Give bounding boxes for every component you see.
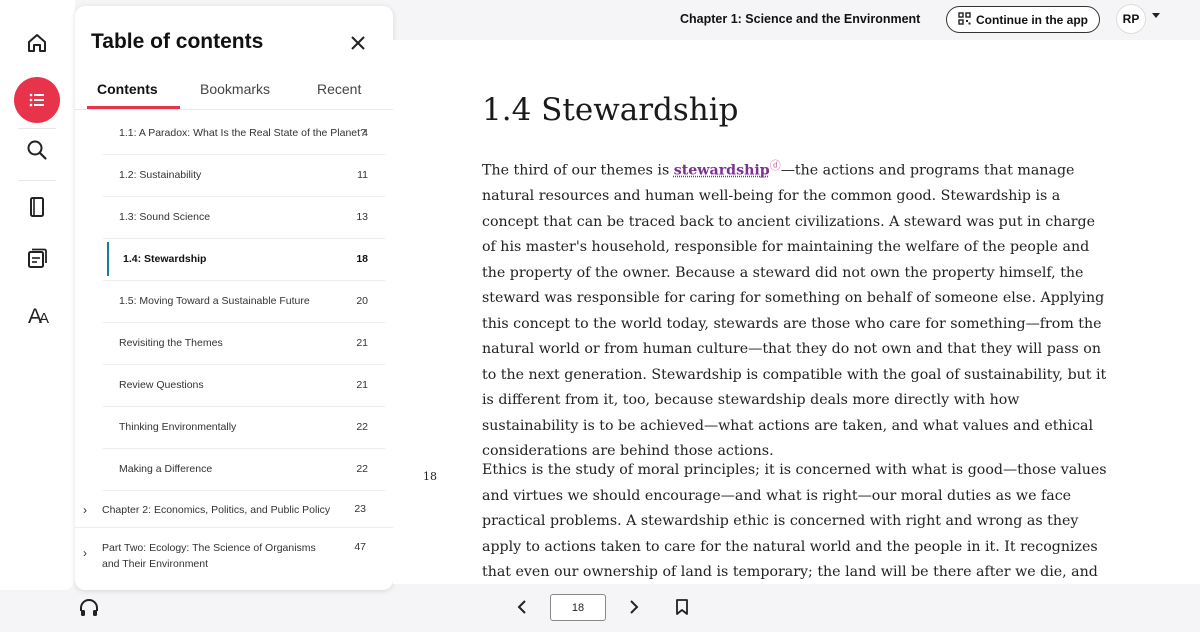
toc-chapter-page: 47 xyxy=(354,541,366,553)
chapter-title: Chapter 1: Science and the Environment xyxy=(680,12,921,26)
toc-section-review-questions[interactable]: Review Questions 21 xyxy=(103,365,385,407)
toc-section-page: 13 xyxy=(356,211,368,223)
glossary-icon[interactable]: ⓓ xyxy=(770,159,781,172)
section-heading: 1.4 Stewardship xyxy=(482,92,739,128)
glossary-term-link[interactable]: stewardship xyxy=(674,163,770,179)
toc-section-page: 21 xyxy=(356,337,368,349)
toc-section-1-2[interactable]: 1.2: Sustainability 11 xyxy=(103,155,385,197)
search-icon[interactable] xyxy=(14,127,60,173)
toc-section-page: 22 xyxy=(356,463,368,475)
notebook-icon[interactable] xyxy=(14,184,60,230)
continue-in-app-button[interactable]: Continue in the app xyxy=(946,6,1100,33)
toc-section-page: 4 xyxy=(362,127,368,139)
toc-section-label: 1.5: Moving Toward a Sustainable Future xyxy=(119,295,310,307)
toc-section-1-4-current[interactable]: 1.4: Stewardship 18 xyxy=(103,239,385,281)
toc-section-label: Revisiting the Themes xyxy=(119,337,223,349)
table-of-contents-icon[interactable] xyxy=(14,77,60,123)
toc-section-label: 1.3: Sound Science xyxy=(119,211,211,223)
toc-chapter-2[interactable]: › Chapter 2: Economics, Politics, and Pu… xyxy=(75,491,393,528)
next-page-button[interactable] xyxy=(624,597,644,617)
toc-section-1-1[interactable]: 1.1: A Paradox: What Is the Real State o… xyxy=(103,113,385,155)
toc-chapter-page: 23 xyxy=(354,503,366,515)
tab-bookmarks[interactable]: Bookmarks xyxy=(200,81,270,97)
qr-code-icon xyxy=(958,11,971,28)
toc-title: Table of contents xyxy=(91,30,264,53)
toc-section-revisiting-themes[interactable]: Revisiting the Themes 21 xyxy=(103,323,385,365)
home-icon[interactable] xyxy=(14,20,60,66)
paragraph-1: The third of our themes is stewardshipⓓ—… xyxy=(482,153,1112,465)
icon-rail: AA xyxy=(0,0,75,590)
toc-chapter-label: Chapter 2: Economics, Politics, and Publ… xyxy=(102,504,331,516)
toc-section-page: 11 xyxy=(357,169,368,181)
chevron-right-icon[interactable]: › xyxy=(83,503,87,517)
reader-page: 18 1.4 Stewardship The third of our them… xyxy=(393,40,1200,584)
flashcards-icon[interactable] xyxy=(14,236,60,282)
toc-section-label: Making a Difference xyxy=(119,463,213,475)
toc-section-1-5[interactable]: 1.5: Moving Toward a Sustainable Future … xyxy=(103,281,385,323)
previous-page-button[interactable] xyxy=(512,597,532,617)
headphones-icon[interactable] xyxy=(78,597,100,619)
toc-section-thinking-environmentally[interactable]: Thinking Environmentally 22 xyxy=(103,407,385,449)
toc-section-label: Review Questions xyxy=(119,379,204,391)
chevron-right-icon[interactable]: › xyxy=(83,546,87,560)
toc-section-label: Thinking Environmentally xyxy=(119,421,237,433)
toc-chapter-label: Part Two: Ecology: The Science of Organi… xyxy=(102,542,316,570)
toc-section-page: 18 xyxy=(356,253,368,265)
toc-section-page: 21 xyxy=(356,379,368,391)
current-section-marker xyxy=(107,242,109,276)
toc-section-1-3[interactable]: 1.3: Sound Science 13 xyxy=(103,197,385,239)
tab-recent[interactable]: Recent xyxy=(317,81,361,97)
chevron-down-icon[interactable] xyxy=(1152,13,1160,18)
text-settings-icon[interactable]: AA xyxy=(14,294,60,340)
table-of-contents-panel: Table of contents Contents Bookmarks Rec… xyxy=(75,6,393,590)
close-icon[interactable] xyxy=(345,30,371,56)
paragraph-text: —the actions and programs that manage na… xyxy=(482,162,1107,460)
toc-section-page: 22 xyxy=(356,421,368,433)
paragraph-text: The third of our themes is xyxy=(482,162,674,179)
toc-part-two[interactable]: › Part Two: Ecology: The Science of Orga… xyxy=(75,528,393,578)
toc-section-label: 1.2: Sustainability xyxy=(119,169,202,181)
avatar[interactable]: RP xyxy=(1116,4,1146,34)
toc-section-making-a-difference[interactable]: Making a Difference 22 xyxy=(103,449,385,491)
tab-contents[interactable]: Contents xyxy=(97,81,158,97)
continue-label: Continue in the app xyxy=(976,12,1088,27)
page-number-input[interactable] xyxy=(550,594,606,621)
page-marker: 18 xyxy=(423,470,437,483)
toc-section-page: 20 xyxy=(356,295,368,307)
paragraph-2: Ethics is the study of moral principles;… xyxy=(482,462,1107,580)
toc-section-label: 1.4: Stewardship xyxy=(123,253,207,265)
toc-section-label: 1.1: A Paradox: What Is the Real State o… xyxy=(119,127,366,139)
bookmark-icon[interactable] xyxy=(672,597,692,617)
